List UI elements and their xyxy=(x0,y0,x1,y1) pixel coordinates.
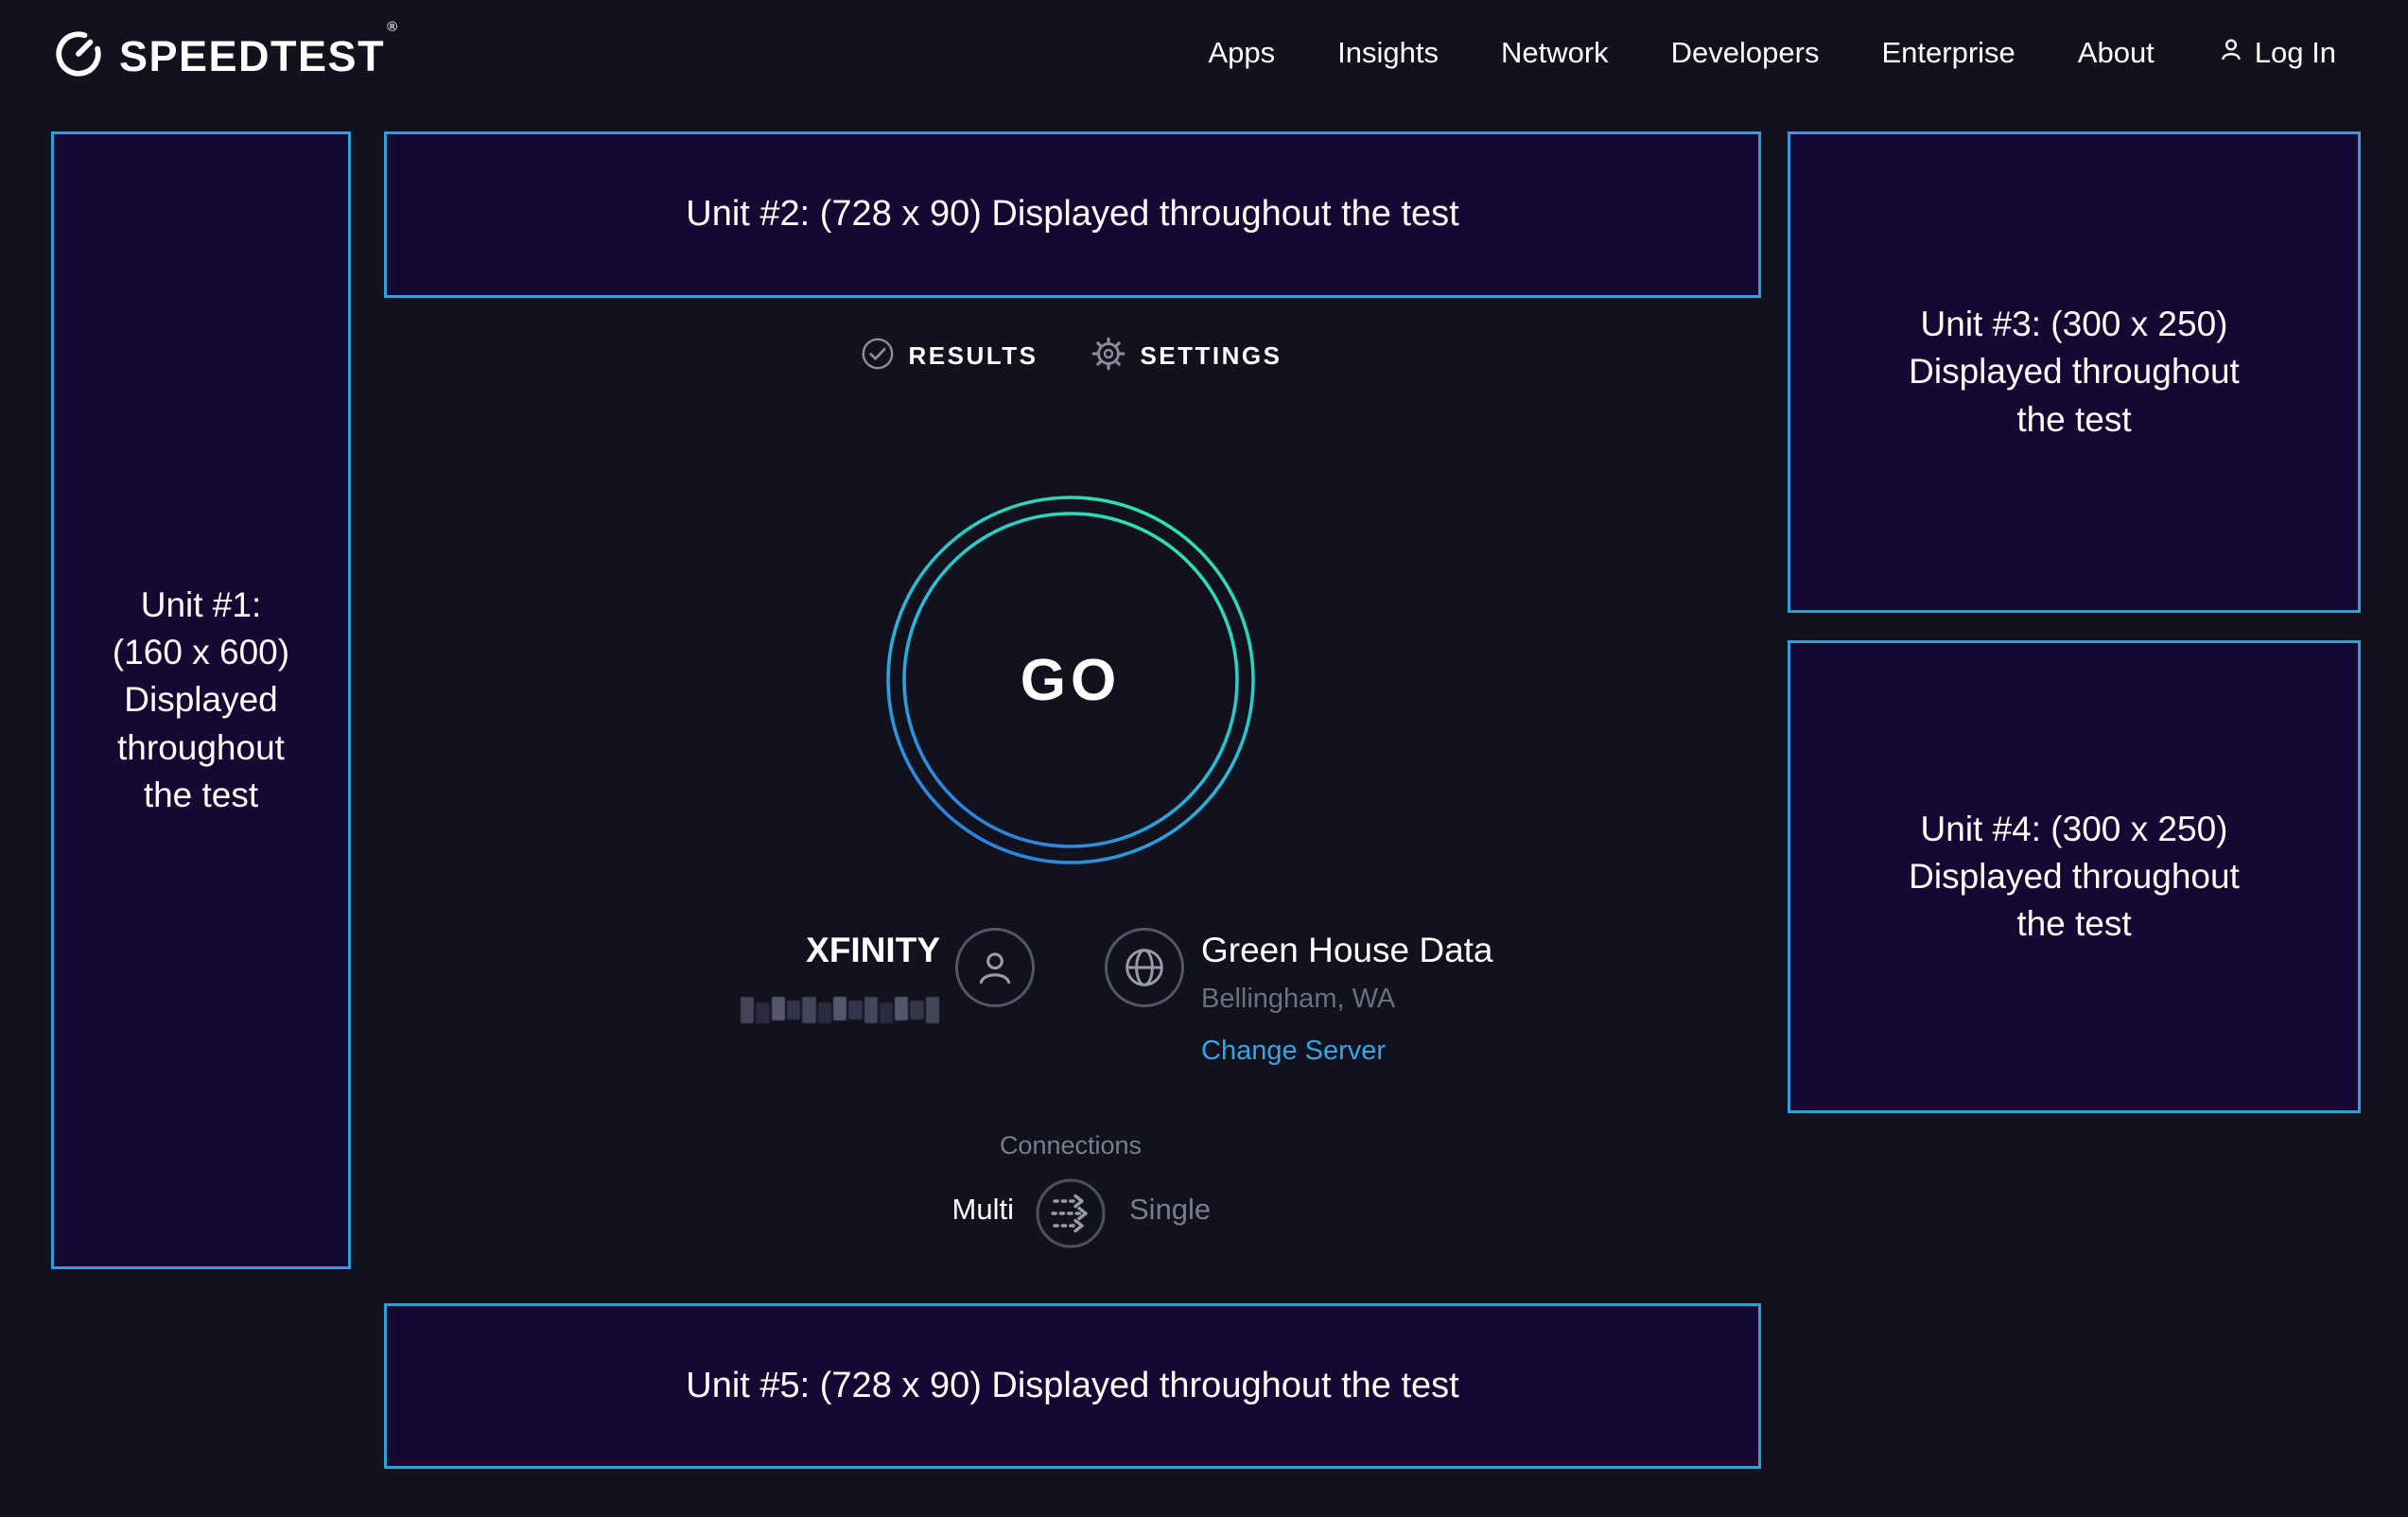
ad-line: throughout xyxy=(113,724,289,772)
ad-line: the test xyxy=(1909,900,2240,948)
ad-line: Displayed xyxy=(113,676,289,724)
ad-line: Unit #1: xyxy=(113,582,289,629)
top-nav-bar: SPEEDTEST® Apps Insights Network Develop… xyxy=(0,0,2408,106)
ad-unit-5-leaderboard[interactable]: Unit #5: (728 x 90) Displayed throughout… xyxy=(384,1303,1761,1469)
ad-unit-2-leaderboard[interactable]: Unit #2: (728 x 90) Displayed throughout… xyxy=(384,131,1761,298)
change-server-link[interactable]: Change Server xyxy=(1201,1036,1493,1067)
server-globe-icon xyxy=(1105,928,1184,1007)
nav-item-apps[interactable]: Apps xyxy=(1208,36,1275,70)
connection-mode-single[interactable]: Single xyxy=(1129,1193,1318,1227)
nav-item-developers[interactable]: Developers xyxy=(1671,36,1820,70)
ad-line: Unit #4: (300 x 250) xyxy=(1909,806,2240,853)
settings-tab-label: SETTINGS xyxy=(1140,341,1282,371)
ad-unit-4-text: Unit #4: (300 x 250) Displayed throughou… xyxy=(1909,806,2240,949)
user-icon xyxy=(2217,35,2245,71)
login-button[interactable]: Log In xyxy=(2217,35,2336,71)
redacted-ip-address xyxy=(740,997,940,1023)
view-tabs: RESULTS xyxy=(881,336,1260,376)
ad-unit-5-text: Unit #5: (728 x 90) Displayed throughout… xyxy=(686,1362,1458,1411)
results-tab-label: RESULTS xyxy=(909,341,1038,371)
ad-line: the test xyxy=(113,772,289,819)
ad-line: the test xyxy=(1909,396,2240,444)
connections-label: Connections xyxy=(881,1131,1260,1160)
nav-item-network[interactable]: Network xyxy=(1501,36,1609,70)
nav-item-enterprise[interactable]: Enterprise xyxy=(1881,36,2015,70)
main-nav: Apps Insights Network Developers Enterpr… xyxy=(1208,0,2336,106)
check-circle-icon xyxy=(860,336,896,376)
tab-results[interactable]: RESULTS xyxy=(860,336,1038,376)
ad-unit-1-skyscraper[interactable]: Unit #1: (160 x 600) Displayed throughou… xyxy=(51,131,351,1269)
logo-text: SPEEDTEST® xyxy=(119,32,397,81)
speedtest-logo[interactable]: SPEEDTEST® xyxy=(53,28,397,84)
connection-mode-toggle-icon[interactable] xyxy=(1035,1177,1107,1249)
go-button-label: GO xyxy=(881,491,1260,869)
nav-item-about[interactable]: About xyxy=(2078,36,2155,70)
speedometer-gauge-icon xyxy=(53,28,104,84)
isp-user-icon xyxy=(955,928,1035,1007)
ad-line: Displayed throughout xyxy=(1909,348,2240,395)
isp-name: XFINITY xyxy=(662,931,940,970)
login-label: Log In xyxy=(2255,36,2336,70)
ad-unit-1-text: Unit #1: (160 x 600) Displayed throughou… xyxy=(113,582,289,820)
ad-line: (160 x 600) xyxy=(113,629,289,676)
nav-item-insights[interactable]: Insights xyxy=(1337,36,1439,70)
server-name: Green House Data xyxy=(1201,931,1493,970)
ad-unit-3-rectangle[interactable]: Unit #3: (300 x 250) Displayed throughou… xyxy=(1788,131,2361,613)
ad-unit-2-text: Unit #2: (728 x 90) Displayed throughout… xyxy=(686,190,1458,239)
trademark-symbol: ® xyxy=(387,19,399,35)
ad-line: Unit #3: (300 x 250) xyxy=(1909,301,2240,348)
tab-settings[interactable]: SETTINGS xyxy=(1091,336,1282,376)
connection-mode-multi[interactable]: Multi xyxy=(832,1193,1014,1227)
gear-icon xyxy=(1091,336,1126,376)
server-info: Green House Data Bellingham, WA Change S… xyxy=(1201,931,1493,1067)
go-button[interactable]: GO xyxy=(881,491,1260,869)
server-location: Bellingham, WA xyxy=(1201,984,1493,1015)
speedtest-page: SPEEDTEST® Apps Insights Network Develop… xyxy=(0,0,2408,1517)
ad-unit-3-text: Unit #3: (300 x 250) Displayed throughou… xyxy=(1909,301,2240,444)
ad-line: Displayed throughout xyxy=(1909,853,2240,900)
ad-unit-4-rectangle[interactable]: Unit #4: (300 x 250) Displayed throughou… xyxy=(1788,640,2361,1113)
